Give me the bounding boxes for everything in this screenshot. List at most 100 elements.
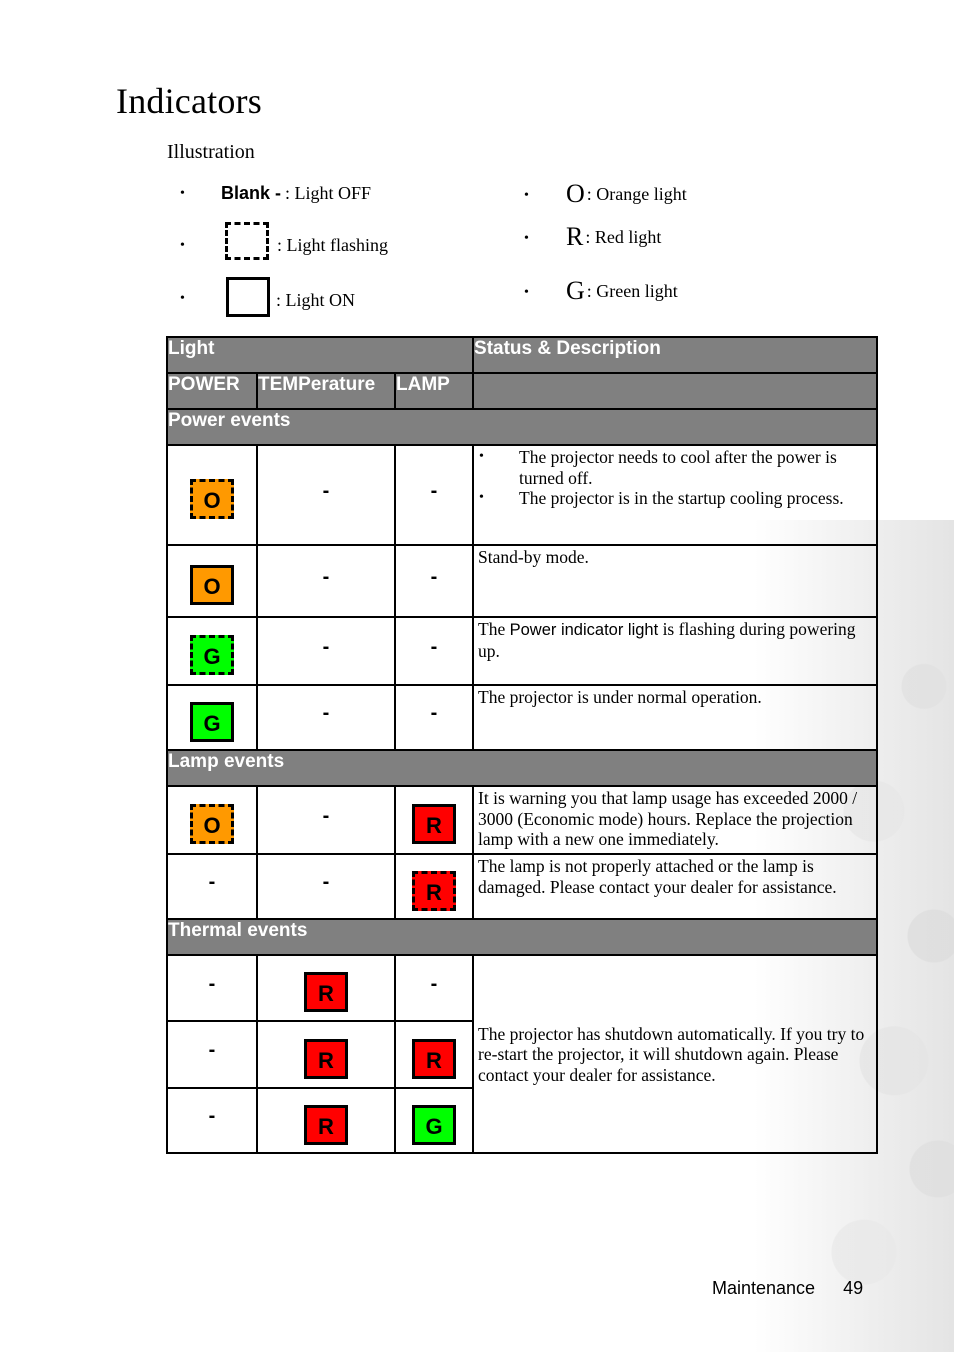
lamp-indicator: R xyxy=(393,1020,475,1089)
table-header-row: Light Status & Description xyxy=(165,336,879,374)
footer-section: Maintenance xyxy=(712,1278,816,1298)
bullet-icon: • xyxy=(524,231,529,246)
bullet-icon: • xyxy=(180,186,185,201)
power-indicator: O xyxy=(166,444,258,546)
light-off-dash: - xyxy=(208,972,216,995)
status-description: The projector needs to cool after the po… xyxy=(472,444,879,546)
lamp-indicator: - xyxy=(393,684,475,751)
power-indicator: G xyxy=(166,616,258,686)
power-indicator: - xyxy=(166,954,258,1022)
orange-letter-icon: O xyxy=(566,179,585,208)
legend-item-orange: O : Orange light xyxy=(566,179,687,209)
temp-indicator: R xyxy=(256,1020,396,1089)
header-lamp: LAMP xyxy=(393,372,475,410)
green-on-light-icon: G xyxy=(190,701,234,742)
power-indicator: O xyxy=(166,785,258,855)
red-on-light-icon: R xyxy=(412,804,456,844)
status-description: Stand-by mode. xyxy=(472,544,879,618)
page-footer: Maintenance 49 xyxy=(712,1278,863,1299)
legend-label: : Green light xyxy=(586,280,678,301)
table-subheader-row: POWER TEMPerature LAMP xyxy=(166,372,879,410)
legend-label: : Light OFF xyxy=(285,183,372,203)
red-on-light-icon: R xyxy=(304,1104,348,1145)
group-row-power-events: Power events xyxy=(165,408,879,446)
table-row: G - - The projector is under normal oper… xyxy=(166,684,879,751)
table-row: - - R The lamp is not properly attached … xyxy=(166,853,879,920)
temp-indicator: - xyxy=(256,616,396,686)
light-off-dash: - xyxy=(208,871,216,893)
power-indicator: - xyxy=(166,1087,258,1154)
status-description: The projector is under normal operation. xyxy=(472,684,879,751)
light-off-dash: - xyxy=(430,479,438,502)
group-row-lamp-events: Lamp events xyxy=(165,749,879,787)
temp-indicator: - xyxy=(256,544,396,618)
lamp-indicator: R xyxy=(393,785,475,855)
light-off-dash: - xyxy=(208,1039,216,1061)
light-off-dash: - xyxy=(430,972,438,995)
table-row: G - - The Power indicator light is flash… xyxy=(166,616,879,686)
temp-indicator: - xyxy=(256,444,396,546)
group-title: Power events xyxy=(165,408,879,446)
power-indicator: - xyxy=(166,1020,258,1089)
status-description: The Power indicator light is flashing du… xyxy=(472,616,879,686)
bullet-icon: • xyxy=(524,285,529,300)
light-off-dash: - xyxy=(322,804,330,827)
page-title: Indicators xyxy=(116,81,262,121)
lamp-indicator: R xyxy=(393,853,475,920)
power-indicator: G xyxy=(166,684,258,751)
light-off-dash: - xyxy=(322,635,330,658)
orange-flashing-light-icon: O xyxy=(190,804,234,844)
group-title: Lamp events xyxy=(165,749,879,787)
lamp-indicator: - xyxy=(393,954,475,1022)
status-description: It is warning you that lamp usage has ex… xyxy=(472,785,879,855)
header-temperature: TEMPerature xyxy=(256,372,396,410)
legend-label: : Orange light xyxy=(586,183,687,204)
indicators-table: Light Status & Description POWER TEMPera… xyxy=(165,336,879,1154)
legend-item-on: : Light ON xyxy=(226,277,355,317)
light-off-dash: - xyxy=(322,479,330,502)
lamp-indicator: - xyxy=(393,444,475,546)
legend-item-flashing: : Light flashing xyxy=(225,222,388,260)
lamp-indicator: - xyxy=(393,616,475,686)
green-letter-icon: G xyxy=(566,276,585,305)
description-text: The xyxy=(478,619,510,639)
orange-on-light-icon: O xyxy=(190,565,234,605)
header-empty xyxy=(472,372,879,410)
light-off-dash: - xyxy=(430,565,438,588)
temp-indicator: - xyxy=(256,853,396,920)
red-flashing-light-icon: R xyxy=(412,870,456,911)
bullet-icon: • xyxy=(524,188,529,203)
description-emphasis: Power indicator light xyxy=(509,621,659,639)
temp-indicator: - xyxy=(256,684,396,751)
legend-label: : Light ON xyxy=(276,289,355,310)
section-subtitle: Illustration xyxy=(167,141,255,163)
red-on-light-icon: R xyxy=(304,1038,348,1079)
red-on-light-icon: R xyxy=(412,1038,456,1079)
legend-item-green: G : Green light xyxy=(566,276,678,306)
red-letter-icon: R xyxy=(566,222,584,251)
description-bullet: The projector needs to cool after the po… xyxy=(478,447,872,488)
green-on-light-icon: G xyxy=(412,1104,456,1145)
green-flashing-light-icon: G xyxy=(190,635,234,675)
table-row: O - - The projector needs to cool after … xyxy=(166,444,879,546)
group-title: Thermal events xyxy=(165,918,879,956)
light-off-dash: - xyxy=(208,1105,216,1127)
page-number: 49 xyxy=(843,1278,864,1298)
lamp-indicator: G xyxy=(393,1087,475,1154)
description-bullet: The projector is in the startup cooling … xyxy=(478,488,872,509)
temp-indicator: - xyxy=(256,785,396,855)
temp-indicator: R xyxy=(256,954,396,1022)
light-off-dash: - xyxy=(430,702,438,724)
legend-label: : Light flashing xyxy=(277,234,388,255)
light-off-dash: - xyxy=(322,871,330,893)
group-row-thermal-events: Thermal events xyxy=(165,918,879,956)
table-row: O - R It is warning you that lamp usage … xyxy=(166,785,879,855)
legend-label: : Red light xyxy=(585,226,662,247)
orange-flashing-light-icon: O xyxy=(190,479,234,519)
blank-dash-icon: Blank - xyxy=(221,183,282,203)
solid-square-icon xyxy=(226,277,270,317)
power-indicator: O xyxy=(166,544,258,618)
lamp-indicator: - xyxy=(393,544,475,618)
table-row: - R - The projector has shutdown automat… xyxy=(166,954,879,1154)
header-light: Light xyxy=(165,336,475,374)
